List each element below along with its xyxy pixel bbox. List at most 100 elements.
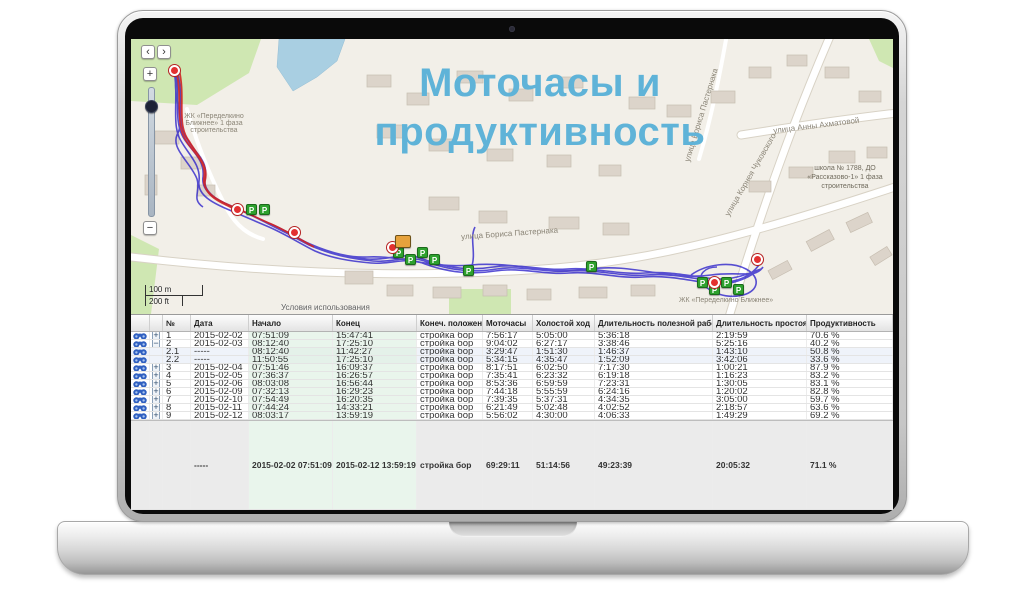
expand-toggle[interactable]: + bbox=[152, 364, 159, 371]
terms-of-use-link[interactable]: Условия использования bbox=[281, 303, 370, 312]
zoom-slider[interactable] bbox=[148, 87, 155, 217]
show-track-icon[interactable] bbox=[133, 332, 147, 339]
parking-marker[interactable]: P bbox=[259, 204, 270, 215]
parking-marker[interactable]: P bbox=[463, 265, 474, 276]
cell-num: 8 bbox=[163, 404, 191, 411]
col-header-location[interactable]: Конеч. положение bbox=[417, 315, 483, 331]
parking-marker[interactable]: P bbox=[586, 261, 597, 272]
cell-date: 2015-02-06 bbox=[191, 380, 249, 387]
col-header-date[interactable]: Дата bbox=[191, 315, 249, 331]
expand-toggle[interactable]: + bbox=[152, 404, 159, 411]
zoom-slider-knob[interactable] bbox=[145, 100, 158, 113]
cell-motohours: 7:39:35 bbox=[483, 396, 533, 403]
expand-toggle[interactable]: + bbox=[152, 380, 159, 387]
show-track-icon[interactable] bbox=[133, 380, 147, 387]
table-row[interactable]: + 9 2015-02-12 08:03:17 13:59:19 стройка… bbox=[131, 412, 893, 420]
cell-motohours: 8:17:51 bbox=[483, 364, 533, 371]
cell-idle: 5:02:48 bbox=[533, 404, 595, 411]
table-body: + 1 2015-02-02 07:51:09 15:47:41 стройка… bbox=[131, 332, 893, 420]
expand-toggle[interactable]: + bbox=[152, 332, 159, 339]
table-row[interactable]: + 1 2015-02-02 07:51:09 15:47:41 стройка… bbox=[131, 332, 893, 340]
cell-num: 2 bbox=[163, 340, 191, 347]
event-marker[interactable] bbox=[752, 254, 763, 265]
cell-date: 2015-02-09 bbox=[191, 388, 249, 395]
cell-downtime: 5:25:16 bbox=[713, 340, 807, 347]
total-idle: 51:14:56 bbox=[533, 421, 595, 509]
cell-location: стройка бор bbox=[417, 380, 483, 387]
zoom-in-button[interactable]: + bbox=[143, 67, 157, 81]
expand-toggle[interactable]: + bbox=[152, 396, 159, 403]
table-row[interactable]: 2.1 ----- 08:12:40 11:42:27 стройка бор … bbox=[131, 348, 893, 356]
table-row[interactable]: + 3 2015-02-04 07:51:46 16:09:37 стройка… bbox=[131, 364, 893, 372]
event-marker[interactable] bbox=[232, 204, 243, 215]
pan-right-button[interactable]: › bbox=[157, 45, 171, 59]
cell-date: ----- bbox=[191, 348, 249, 355]
col-header-downtime[interactable]: Длительность простоя bbox=[713, 315, 807, 331]
cell-productivity: 59.7 % bbox=[807, 396, 893, 403]
vehicle-marker[interactable] bbox=[395, 235, 411, 248]
table-row[interactable]: 2.2 ----- 11:50:55 17:25:10 стройка бор … bbox=[131, 356, 893, 364]
show-track-icon[interactable] bbox=[133, 412, 147, 419]
expand-toggle[interactable]: + bbox=[152, 388, 159, 395]
cell-idle: 5:37:31 bbox=[533, 396, 595, 403]
show-track-icon[interactable] bbox=[133, 388, 147, 395]
table-row[interactable]: − 2 2015-02-03 08:12:40 17:25:10 стройка… bbox=[131, 340, 893, 348]
expand-toggle[interactable]: + bbox=[152, 412, 159, 419]
cell-location: стройка бор bbox=[417, 340, 483, 347]
cell-date: 2015-02-03 bbox=[191, 340, 249, 347]
cell-num: 9 bbox=[163, 412, 191, 419]
col-header-idle[interactable]: Холостой ход bbox=[533, 315, 595, 331]
show-track-icon[interactable] bbox=[133, 396, 147, 403]
table-header: № Дата Начало Конец Конеч. положение Мот… bbox=[131, 315, 893, 332]
cell-useful: 6:24:16 bbox=[595, 388, 713, 395]
event-marker[interactable] bbox=[709, 277, 720, 288]
parking-marker[interactable]: P bbox=[697, 277, 708, 288]
table-row[interactable]: + 4 2015-02-05 07:36:37 16:26:57 стройка… bbox=[131, 372, 893, 380]
col-header-productivity[interactable]: Продуктивность bbox=[807, 315, 893, 331]
app-screen: Моточасы и продуктивность улица Бориса П… bbox=[131, 39, 893, 510]
cell-productivity: 69.2 % bbox=[807, 412, 893, 419]
show-track-icon[interactable] bbox=[133, 364, 147, 371]
show-track-icon[interactable] bbox=[133, 340, 147, 347]
show-track-icon[interactable] bbox=[133, 348, 147, 355]
expand-toggle[interactable]: − bbox=[152, 340, 159, 347]
parking-marker[interactable]: P bbox=[246, 204, 257, 215]
parking-marker[interactable]: P bbox=[429, 254, 440, 265]
show-track-icon[interactable] bbox=[133, 372, 147, 379]
table-row[interactable]: + 7 2015-02-10 07:54:49 16:20:35 стройка… bbox=[131, 396, 893, 404]
cell-useful: 3:38:46 bbox=[595, 340, 713, 347]
total-end: 2015-02-12 13:59:19 bbox=[333, 421, 417, 509]
cell-idle: 6:02:50 bbox=[533, 364, 595, 371]
cell-idle: 4:35:47 bbox=[533, 356, 595, 363]
pan-left-button[interactable]: ‹ bbox=[141, 45, 155, 59]
table-row[interactable]: + 5 2015-02-06 08:03:08 16:56:44 стройка… bbox=[131, 380, 893, 388]
table-row[interactable]: + 8 2015-02-11 07:44:24 14:33:21 стройка… bbox=[131, 404, 893, 412]
cell-motohours: 7:56:17 bbox=[483, 332, 533, 339]
col-header-expand bbox=[150, 315, 163, 331]
expand-toggle[interactable]: + bbox=[152, 372, 159, 379]
zoom-out-button[interactable]: − bbox=[143, 221, 157, 235]
show-track-icon[interactable] bbox=[133, 356, 147, 363]
col-header-num[interactable]: № bbox=[163, 315, 191, 331]
show-track-icon[interactable] bbox=[133, 404, 147, 411]
cell-location: стройка бор bbox=[417, 404, 483, 411]
parking-marker[interactable]: P bbox=[721, 277, 732, 288]
cell-num: 6 bbox=[163, 388, 191, 395]
parking-marker[interactable]: P bbox=[417, 247, 428, 258]
parking-marker[interactable]: P bbox=[733, 284, 744, 295]
col-header-useful[interactable]: Длительность полезной работы bbox=[595, 315, 713, 331]
cell-useful: 1:52:09 bbox=[595, 356, 713, 363]
cell-productivity: 82.8 % bbox=[807, 388, 893, 395]
event-marker[interactable] bbox=[289, 227, 300, 238]
cell-motohours: 8:53:36 bbox=[483, 380, 533, 387]
cell-start: 07:51:46 bbox=[249, 364, 333, 371]
col-header-motohours[interactable]: Моточасы bbox=[483, 315, 533, 331]
col-header-start[interactable]: Начало bbox=[249, 315, 333, 331]
parking-marker[interactable]: P bbox=[405, 254, 416, 265]
cell-motohours: 5:56:02 bbox=[483, 412, 533, 419]
map-canvas[interactable]: Моточасы и продуктивность улица Бориса П… bbox=[131, 39, 893, 314]
event-marker[interactable] bbox=[169, 65, 180, 76]
table-row[interactable]: + 6 2015-02-09 07:32:13 16:29:23 стройка… bbox=[131, 388, 893, 396]
cell-date: 2015-02-05 bbox=[191, 372, 249, 379]
col-header-end[interactable]: Конец bbox=[333, 315, 417, 331]
